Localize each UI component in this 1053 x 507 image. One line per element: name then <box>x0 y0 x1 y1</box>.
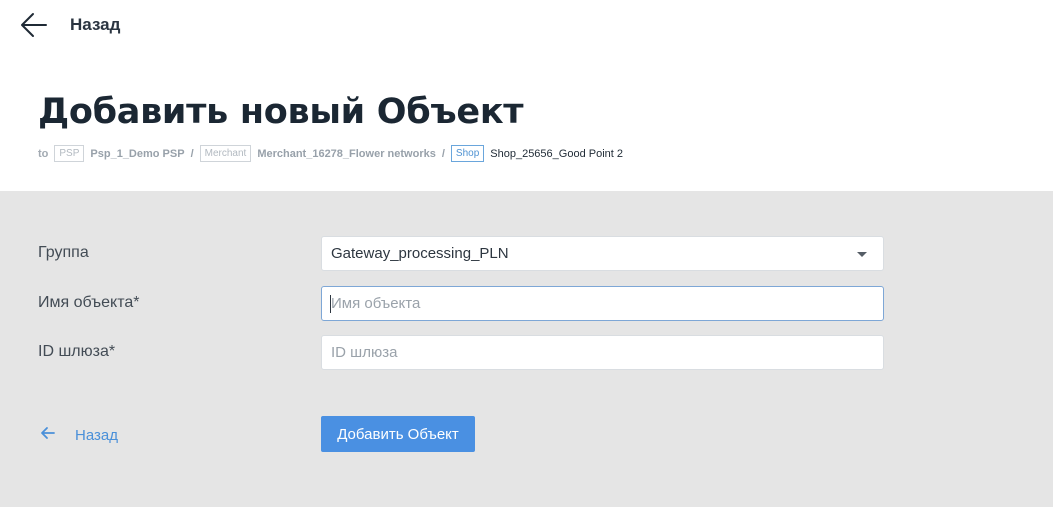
group-select-value: Gateway_processing_PLN <box>331 245 509 262</box>
gateway-id-label: ID шлюза* <box>38 343 116 360</box>
breadcrumb-badge-psp: PSP <box>54 145 85 162</box>
breadcrumb-item-merchant[interactable]: Merchant_16278_Flower networks <box>257 148 436 160</box>
add-object-button[interactable]: Добавить Объект <box>321 416 475 452</box>
breadcrumb-prefix: to <box>38 147 49 160</box>
breadcrumb: to PSP Psp_1_Demo PSP / Merchant Merchan… <box>38 145 623 162</box>
group-label: Группа <box>38 244 89 261</box>
breadcrumb-separator: / <box>190 147 194 160</box>
breadcrumb-badge-merchant: Merchant <box>199 145 252 162</box>
text-cursor <box>330 295 331 313</box>
breadcrumb-item-shop: Shop_25656_Good Point 2 <box>490 147 623 160</box>
back-link-top[interactable]: Назад <box>20 12 120 38</box>
breadcrumb-separator: / <box>441 147 445 160</box>
back-link-bottom[interactable]: Назад <box>40 426 118 445</box>
breadcrumb-item-psp[interactable]: Psp_1_Demo PSP <box>90 148 184 160</box>
page-title: Добавить новый Объект <box>38 92 524 132</box>
form-area: Группа Gateway_processing_PLN Имя объект… <box>0 191 1053 507</box>
breadcrumb-badge-shop: Shop <box>450 145 485 162</box>
back-link-top-label: Назад <box>70 15 121 34</box>
arrow-left-icon <box>40 426 55 445</box>
arrow-left-icon <box>20 12 48 38</box>
page-header: Назад Добавить новый Объект to PSP Psp_1… <box>0 0 1053 191</box>
object-name-label: Имя объекта* <box>38 294 140 311</box>
object-name-input[interactable]: Имя объекта <box>321 286 884 321</box>
gateway-id-placeholder: ID шлюза <box>331 344 398 361</box>
group-select[interactable]: Gateway_processing_PLN <box>321 236 884 271</box>
gateway-id-input[interactable]: ID шлюза <box>321 335 884 370</box>
chevron-down-icon <box>857 252 867 257</box>
object-name-placeholder: Имя объекта <box>331 295 421 312</box>
back-link-bottom-label: Назад <box>75 427 118 444</box>
